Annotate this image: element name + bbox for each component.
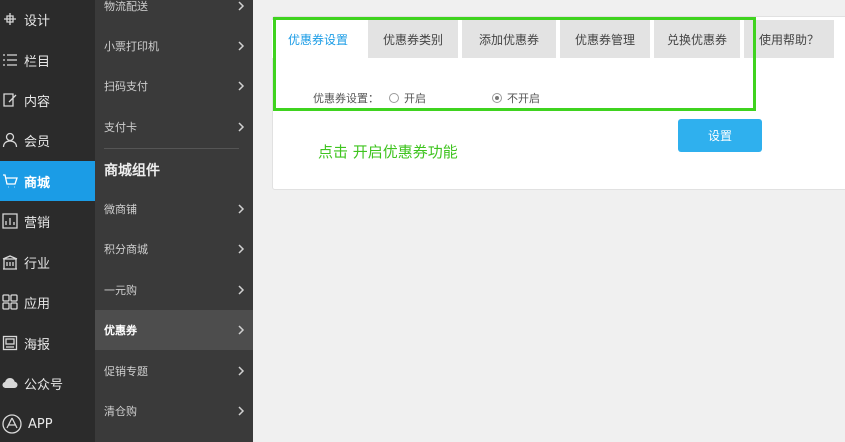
chevron-right-icon [237,366,245,376]
edit-icon [2,92,18,108]
poster-icon [2,335,18,351]
nav-item-label: 应用 [24,296,51,312]
chevron-right-icon [237,325,245,335]
nav-item-poster[interactable]: 海报 [0,323,95,363]
sub-nav: 物流配送 小票打印机 扫码支付 支付卡 商城组件 微商铺 积分商城 一元购 优惠… [95,0,253,442]
app-store-icon [2,414,22,434]
nav-item-app[interactable]: APP [0,404,95,442]
chevron-right-icon [237,406,245,416]
sub-nav-item[interactable]: 一元购 [95,270,253,310]
nav-item-mall[interactable]: 商城 [0,161,95,201]
sub-nav-item[interactable]: 物流配送 [95,0,253,26]
sub-nav-item-label: 物流配送 [104,0,148,13]
sub-nav-item-label: 优惠券 [104,324,137,337]
sub-nav-item-label: 扫码支付 [104,80,148,93]
sub-nav-item-label: 支付卡 [104,121,137,134]
nav-item-label: 会员 [24,134,51,150]
nav-item-apps[interactable]: 应用 [0,282,95,322]
chevron-right-icon [237,244,245,254]
cart-icon [2,173,18,189]
nav-item-marketing[interactable]: 营销 [0,201,95,241]
nav-item-label: 海报 [24,337,51,353]
chevron-right-icon [237,204,245,214]
nav-item-official-account[interactable]: 公众号 [0,363,95,403]
sub-nav-item-label: 促销专题 [104,365,148,378]
hint-text: 点击 开启优惠券功能 [318,143,458,161]
tab-help[interactable]: 使用帮助？ [744,20,834,58]
sub-nav-item-label: 清仓购 [104,405,137,418]
chevron-right-icon [237,41,245,51]
main-nav: 设计 栏目 内容 会员 商城 营销 行业 应用 海报 公众号 APP [0,0,95,442]
chevron-right-icon [237,81,245,91]
design-icon [2,11,18,27]
sub-nav-item-label: 微商铺 [104,203,137,216]
nav-item-label: 营销 [24,215,51,231]
sub-nav-item[interactable]: 促销专题 [95,351,253,391]
nav-item-label: 公众号 [24,377,64,393]
nav-item-label: APP [28,416,53,432]
cloud-icon [2,375,18,391]
nav-item-industry[interactable]: 行业 [0,242,95,282]
apps-icon [2,294,18,310]
building-icon [2,254,18,270]
chevron-right-icon [237,1,245,11]
chevron-right-icon [237,285,245,295]
nav-item-design[interactable]: 设计 [0,0,95,38]
nav-item-label: 商城 [24,175,51,191]
sub-nav-item-label: 一元购 [104,284,137,297]
nav-item-content[interactable]: 内容 [0,80,95,120]
user-icon [2,132,18,148]
chevron-right-icon [237,122,245,132]
sub-nav-divider [104,148,239,149]
sub-nav-item[interactable]: 清仓购 [95,391,253,431]
sub-nav-item-label: 小票打印机 [104,40,159,53]
sub-nav-item-label: 积分商城 [104,243,148,256]
highlight-box [273,17,756,111]
sub-nav-item[interactable]: 积分商城 [95,229,253,269]
nav-item-label: 行业 [24,256,51,272]
sub-nav-item-coupons[interactable]: 优惠券 [95,310,253,350]
nav-item-label: 内容 [24,94,51,110]
nav-item-members[interactable]: 会员 [0,120,95,160]
sub-nav-item[interactable]: 微商铺 [95,189,253,229]
sub-nav-section-title: 商城组件 [104,163,160,179]
nav-item-columns[interactable]: 栏目 [0,40,95,80]
chart-icon [2,213,18,229]
sub-nav-item[interactable]: 扫码支付 [95,66,253,106]
sub-nav-item[interactable]: 小票打印机 [95,26,253,66]
nav-item-label: 设计 [24,13,51,29]
sub-nav-item[interactable]: 支付卡 [95,107,253,147]
list-icon [2,52,18,68]
set-button[interactable]: 设置 [678,119,762,152]
nav-item-label: 栏目 [24,54,51,70]
